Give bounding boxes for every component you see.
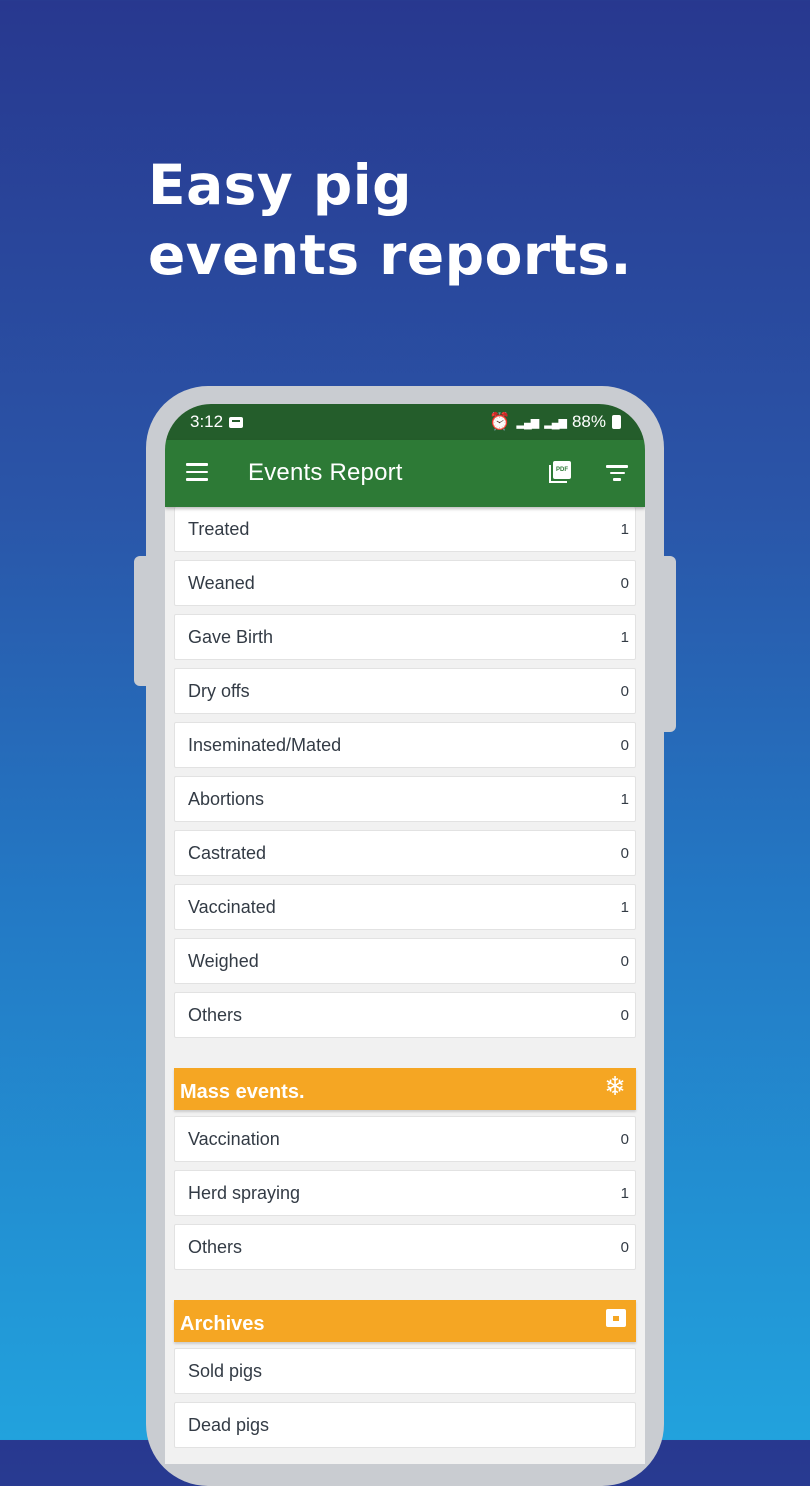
- section-title: Archives: [180, 1312, 265, 1335]
- event-count: 0: [620, 1006, 629, 1024]
- signal-icon: ▂▄▆: [516, 416, 540, 429]
- message-icon: [229, 416, 244, 428]
- event-count: 0: [620, 736, 629, 754]
- headline-line-2: events reports.: [148, 223, 632, 287]
- event-row-castrated[interactable]: Castrated 0: [174, 830, 636, 876]
- event-count: 0: [620, 952, 629, 970]
- event-row-vaccinated[interactable]: Vaccinated 1: [174, 884, 636, 930]
- section-title: Mass events.: [180, 1080, 305, 1103]
- phone-side-button-right: [662, 556, 676, 732]
- event-count: 1: [620, 898, 629, 916]
- event-count: 0: [620, 682, 629, 700]
- archive-row-dead-pigs[interactable]: Dead pigs: [174, 1402, 636, 1448]
- filter-icon[interactable]: [606, 465, 628, 481]
- archives-header[interactable]: Archives: [174, 1300, 636, 1342]
- event-count: 0: [620, 574, 629, 592]
- signal-icon: ▂▄▆: [544, 416, 567, 429]
- mass-event-row-others[interactable]: Others 0: [174, 1224, 636, 1270]
- event-label: Herd spraying: [188, 1182, 301, 1203]
- event-row-treated[interactable]: Treated 1: [174, 507, 636, 552]
- event-label: Treated: [188, 518, 250, 539]
- headline-line-1: Easy pig: [148, 153, 413, 217]
- event-label: Vaccinated: [188, 896, 276, 917]
- event-label: Vaccination: [188, 1128, 280, 1149]
- event-label: Weighed: [188, 950, 259, 971]
- event-label: Others: [188, 1004, 243, 1025]
- event-count: 1: [620, 520, 629, 538]
- event-label: Gave Birth: [188, 626, 274, 647]
- event-row-weighed[interactable]: Weighed 0: [174, 938, 636, 984]
- event-row-inseminated-mated[interactable]: Inseminated/Mated 0: [174, 722, 636, 768]
- mass-event-row-vaccination[interactable]: Vaccination 0: [174, 1116, 636, 1162]
- status-bar: 3:12 ⏰ ▂▄▆ ▂▄▆ 88%: [165, 404, 645, 440]
- event-count: 1: [620, 628, 629, 646]
- page-title: Events Report: [248, 459, 403, 486]
- event-row-dry-offs[interactable]: Dry offs 0: [174, 668, 636, 714]
- pdf-icon[interactable]: PDF: [549, 461, 571, 483]
- archive-label: Sold pigs: [188, 1360, 263, 1381]
- mass-events-header[interactable]: Mass events. ❄: [174, 1068, 636, 1110]
- event-label: Castrated: [188, 842, 267, 863]
- event-label: Others: [188, 1236, 243, 1257]
- archive-label: Dead pigs: [188, 1414, 270, 1435]
- menu-icon[interactable]: [186, 463, 208, 481]
- event-row-abortions[interactable]: Abortions 1: [174, 776, 636, 822]
- event-count: 1: [620, 790, 629, 808]
- archive-row-sold-pigs[interactable]: Sold pigs: [174, 1348, 636, 1394]
- archive-icon: [606, 1309, 626, 1327]
- event-row-weaned[interactable]: Weaned 0: [174, 560, 636, 606]
- event-count: 1: [620, 1184, 629, 1202]
- app-bar: Events Report PDF: [165, 440, 645, 507]
- mass-event-row-herd-spraying[interactable]: Herd spraying 1: [174, 1170, 636, 1216]
- event-label: Inseminated/Mated: [188, 734, 342, 755]
- event-count: 0: [620, 1130, 629, 1148]
- event-row-gave-birth[interactable]: Gave Birth 1: [174, 614, 636, 660]
- alarm-icon: ⏰: [489, 412, 511, 431]
- phone-screen: 3:12 ⏰ ▂▄▆ ▂▄▆ 88% Events Report PDF Tre…: [165, 404, 645, 1464]
- battery-icon: [612, 415, 621, 429]
- status-time: 3:12: [190, 412, 224, 431]
- event-label: Dry offs: [188, 680, 250, 701]
- report-list: Treated 1 Weaned 0 Gave Birth 1 Dry offs…: [165, 507, 645, 1448]
- event-label: Abortions: [188, 788, 265, 809]
- battery-level: 88%: [571, 412, 606, 431]
- snowflake-icon: ❄: [604, 1071, 626, 1101]
- promo-headline: Easy pig events reports.: [148, 150, 632, 290]
- event-count: 0: [620, 1238, 629, 1256]
- event-count: 0: [620, 844, 629, 862]
- event-label: Weaned: [188, 572, 255, 593]
- event-row-others[interactable]: Others 0: [174, 992, 636, 1038]
